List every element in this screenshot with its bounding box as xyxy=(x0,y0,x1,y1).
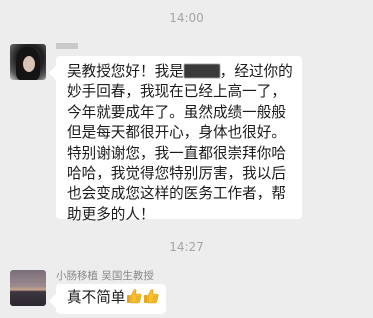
sender-name-redacted xyxy=(56,43,78,49)
avatar-face xyxy=(23,56,35,72)
timestamp: 14:00 xyxy=(169,11,204,25)
redacted-name xyxy=(183,64,220,78)
message-line: 今年就要成年了。虽然成绩一般般 xyxy=(67,103,286,121)
message-line: 助更多的人！ xyxy=(67,205,155,223)
message-line: 但是每天都很开心，身体也很好。 xyxy=(67,124,286,142)
message-line: 特别谢谢您，我一直都很崇拜你哈 xyxy=(67,144,286,162)
sender-name: 小肠移植 吴国生教授 xyxy=(56,270,154,282)
message-text: ，经过你的 xyxy=(219,63,293,80)
message-line: 吴教授您好！我是 ，经过你的 xyxy=(67,62,294,82)
message-line: 也会变成您这样的医务工作者，帮 xyxy=(67,185,286,203)
message-line: 哈哈，我觉得您特别厉害，我以后 xyxy=(67,165,286,183)
avatar[interactable] xyxy=(10,270,46,306)
message-bubble[interactable]: 吴教授您好！我是 ，经过你的 妙手回春，我现在已经上高一了， 今年就要成年了。虽然… xyxy=(56,56,302,223)
timestamp: 14:27 xyxy=(169,240,204,254)
thumbs-up-emoji-icon xyxy=(127,289,142,304)
message-line: 妙手回春，我现在已经上高一了， xyxy=(67,83,286,101)
message-text: 吴教授您好！我是 xyxy=(67,63,184,80)
message-bubble[interactable]: 真不简单 xyxy=(56,284,166,314)
avatar[interactable] xyxy=(10,44,46,80)
message-text: 真不简单 xyxy=(67,289,126,306)
thumbs-up-emoji-icon xyxy=(144,289,159,304)
chat-window: 14:00 吴教授您好！我是 ，经过你的 妙手回春，我现在已经上高一了， 今年就要… xyxy=(0,0,373,318)
